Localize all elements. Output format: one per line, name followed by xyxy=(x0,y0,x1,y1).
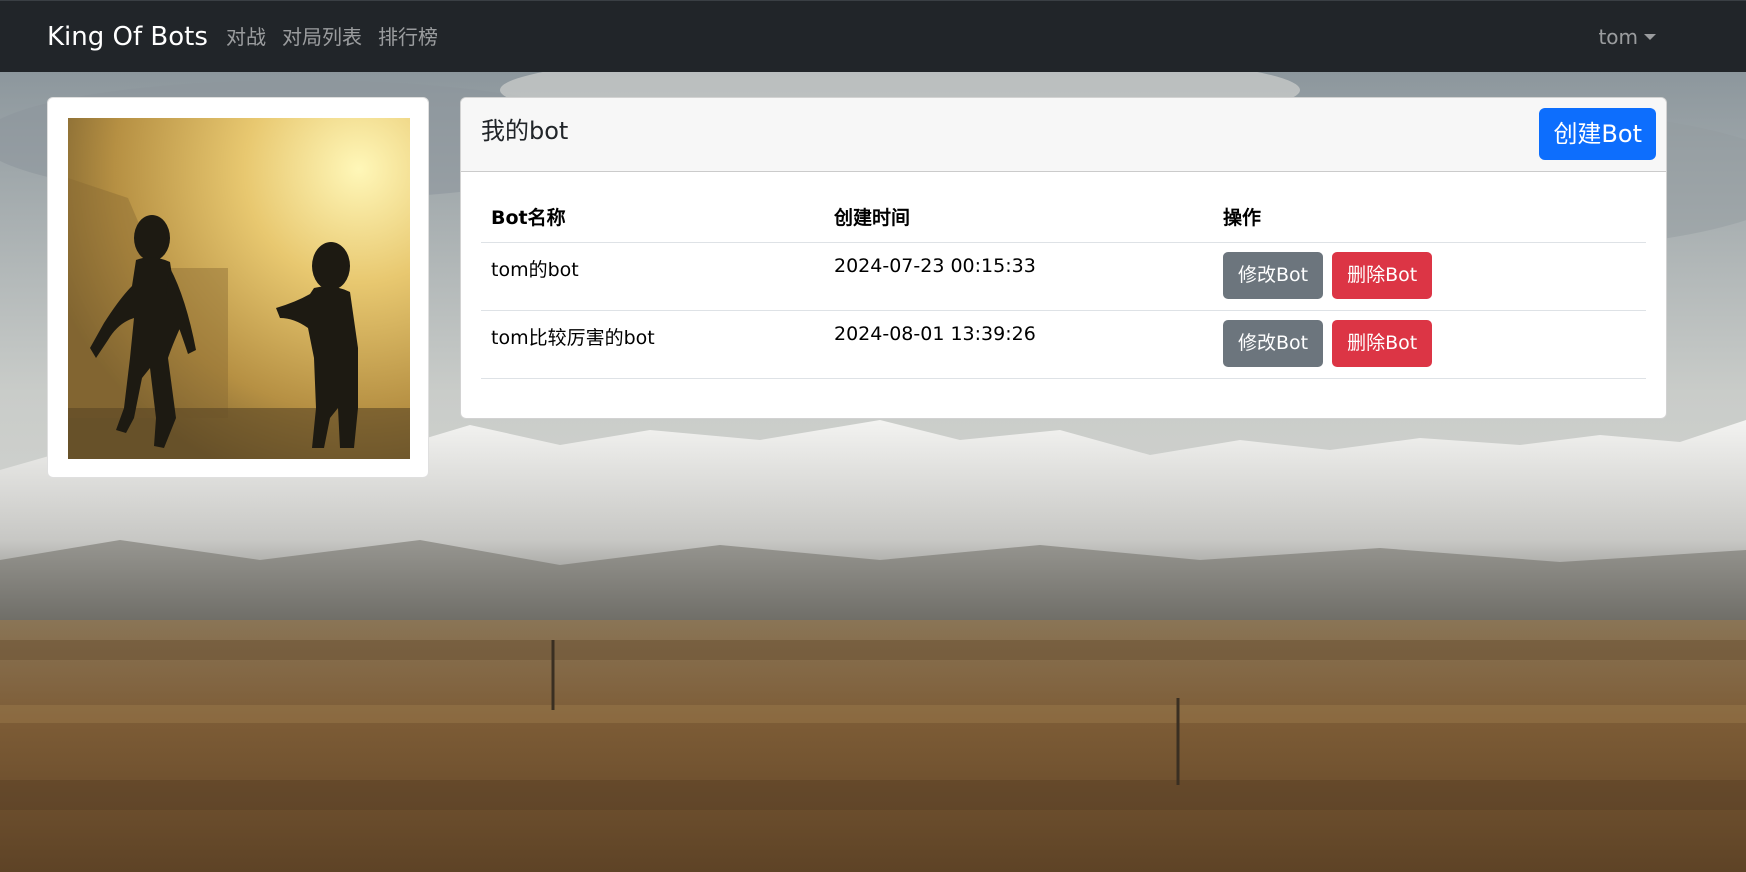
table-row: tom的bot 2024-07-23 00:15:33 修改Bot 删除Bot xyxy=(481,242,1646,311)
card-title: 我的bot xyxy=(481,117,569,145)
column-header-bot-name: Bot名称 xyxy=(481,192,824,243)
brand-link[interactable]: King Of Bots xyxy=(47,1,208,73)
caret-down-icon xyxy=(1644,34,1656,40)
column-header-actions: 操作 xyxy=(1213,192,1646,243)
nav-links: 对战 对局列表 排行榜 xyxy=(226,1,454,73)
table-header-row: Bot名称 创建时间 操作 xyxy=(481,192,1646,243)
avatar xyxy=(68,118,410,459)
created-time-cell: 2024-08-01 13:39:26 xyxy=(824,310,1213,379)
nav-link-ranklist[interactable]: 排行榜 xyxy=(378,1,438,73)
create-bot-button[interactable]: 创建Bot xyxy=(1539,108,1656,160)
table-row: tom比较厉害的bot 2024-08-01 13:39:26 修改Bot 删除B… xyxy=(481,310,1646,379)
delete-bot-button[interactable]: 删除Bot xyxy=(1332,319,1433,367)
nav-link-pk[interactable]: 对战 xyxy=(226,1,266,73)
avatar-card xyxy=(47,97,429,478)
edit-bot-button[interactable]: 修改Bot xyxy=(1223,319,1324,367)
bot-name-cell: tom比较厉害的bot xyxy=(481,310,824,379)
delete-bot-button[interactable]: 删除Bot xyxy=(1332,251,1433,299)
user-dropdown-toggle[interactable]: tom xyxy=(1598,1,1656,73)
top-navbar: King Of Bots 对战 对局列表 排行榜 tom xyxy=(0,0,1746,72)
created-time-cell: 2024-07-23 00:15:33 xyxy=(824,242,1213,311)
bot-name-cell: tom的bot xyxy=(481,242,824,311)
edit-bot-button[interactable]: 修改Bot xyxy=(1223,251,1324,299)
actions-cell: 修改Bot 删除Bot xyxy=(1213,242,1646,311)
nav-link-record-list[interactable]: 对局列表 xyxy=(282,1,362,73)
card-header: 我的bot 创建Bot xyxy=(461,98,1666,172)
card-body: Bot名称 创建时间 操作 tom的bot 2024-07-23 00:15:3… xyxy=(461,172,1666,399)
actions-cell: 修改Bot 删除Bot xyxy=(1213,310,1646,379)
username-label: tom xyxy=(1598,25,1638,49)
column-header-created-time: 创建时间 xyxy=(824,192,1213,243)
my-bots-card: 我的bot 创建Bot Bot名称 创建时间 操作 tom的bot 2024-0… xyxy=(460,97,1667,419)
bots-table: Bot名称 创建时间 操作 tom的bot 2024-07-23 00:15:3… xyxy=(481,192,1646,379)
